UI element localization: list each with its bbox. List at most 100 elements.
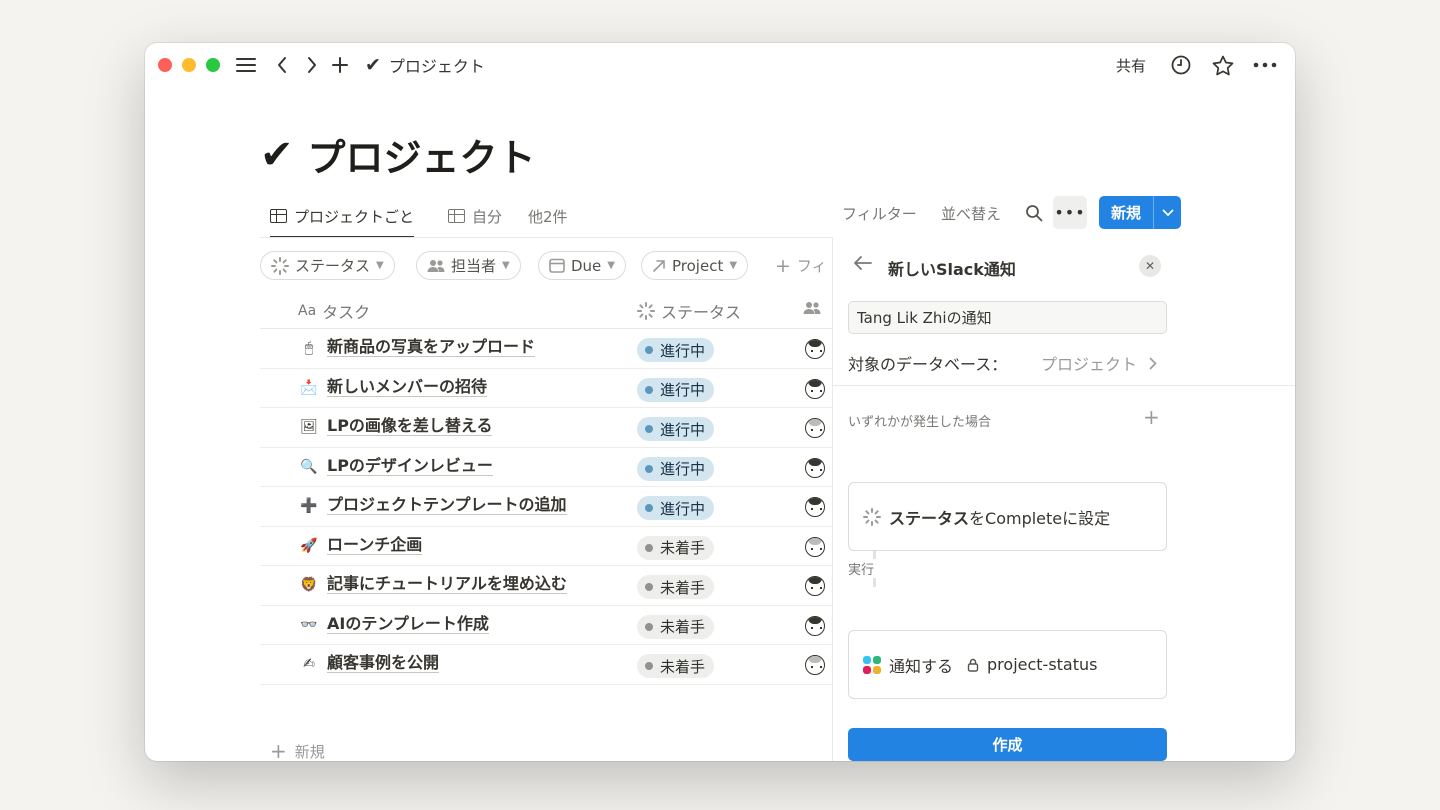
status-badge[interactable]: 未着手 [637, 614, 715, 639]
table-row[interactable]: 📩 新しいメンバーの招待 進行中 [260, 369, 832, 408]
table-icon [448, 209, 465, 223]
page-title-text: プロジェクト [307, 136, 536, 180]
table-row[interactable]: ✍ 顧客事例を公開 未着手 [260, 645, 832, 685]
status-label: 未着手 [660, 657, 706, 676]
people-icon [803, 302, 821, 314]
row-emoji-icon: 🔍 [300, 458, 318, 475]
avatar[interactable] [805, 536, 825, 557]
zoom-window-button[interactable] [206, 58, 220, 72]
table-row[interactable]: 🦁 記事にチュートリアルを埋め込む 未着手 [260, 566, 832, 606]
filter-button[interactable]: フィルター [842, 203, 917, 224]
relation-arrow-icon [653, 259, 665, 272]
status-badge[interactable]: 進行中 [637, 417, 715, 441]
table-row[interactable]: 🖱 新商品の写真をアップロード 進行中 [260, 329, 832, 369]
plus-icon: + [270, 739, 287, 761]
status-badge[interactable]: 進行中 [637, 456, 715, 481]
avatar[interactable] [805, 576, 825, 596]
create-button[interactable]: 作成 [848, 728, 1167, 761]
table-row[interactable]: 🔍 LPのデザインレビュー 進行中 [260, 448, 832, 487]
notification-name-input[interactable] [848, 301, 1167, 334]
avatar[interactable] [805, 457, 825, 478]
trigger-card[interactable]: ステータスをCompleteに設定 [848, 482, 1167, 551]
status-badge[interactable]: 進行中 [637, 377, 715, 402]
tab-by-project[interactable]: プロジェクトごと [270, 196, 415, 238]
table-row[interactable]: 🚀 ローンチ企画 未着手 [260, 527, 832, 566]
chevron-down-icon[interactable] [1153, 196, 1181, 229]
filter-chip-project[interactable]: Project ▼ [641, 251, 749, 280]
forward-arrow-icon[interactable] [303, 53, 321, 77]
column-header-assignee[interactable] [803, 301, 821, 315]
close-icon[interactable]: ✕ [1139, 255, 1161, 277]
trigger-property: ステータス [889, 508, 970, 528]
share-button[interactable]: 共有 [1116, 53, 1146, 77]
status-dot [645, 583, 653, 591]
filter-chip-due[interactable]: Due ▼ [538, 251, 626, 280]
star-icon[interactable] [1211, 53, 1235, 77]
table-row[interactable]: 🖼 LPの画像を差し替える 進行中 [260, 408, 832, 448]
slack-icon [863, 655, 881, 674]
status-badge[interactable]: 未着手 [637, 654, 715, 678]
column-header-task[interactable]: Aa タスク [298, 299, 370, 323]
status-icon [863, 507, 881, 526]
task-name[interactable]: ローンチ企画 [327, 535, 423, 555]
status-badge[interactable]: 進行中 [637, 496, 715, 520]
menu-icon[interactable] [235, 53, 257, 77]
trigger-section-label: いずれかが発生した場合 [848, 415, 992, 430]
column-header-status[interactable]: ステータス [637, 299, 741, 323]
sort-button[interactable]: 並べ替え [941, 203, 1001, 224]
search-icon[interactable] [1023, 201, 1045, 225]
new-button[interactable]: 新規 [1099, 196, 1181, 229]
action-card[interactable]: 通知する project-status [848, 630, 1167, 699]
clock-icon[interactable] [1170, 53, 1192, 77]
chevron-down-icon: ▼ [607, 260, 615, 271]
table-header: Aa タスク ステータス [260, 289, 832, 329]
task-name[interactable]: プロジェクトテンプレートの追加 [327, 496, 567, 515]
task-name[interactable]: 記事にチュートリアルを埋め込む [327, 575, 567, 594]
task-name[interactable]: 顧客事例を公開 [327, 654, 440, 673]
table-row[interactable]: ➕ プロジェクトテンプレートの追加 進行中 [260, 487, 832, 527]
task-name[interactable]: LPの画像を差し替える [327, 417, 493, 436]
add-trigger-plus-icon[interactable]: + [1143, 405, 1160, 429]
filter-chip-assignee[interactable]: 担当者 ▼ [416, 251, 521, 280]
add-row-label: 新規 [294, 742, 325, 761]
plus-icon: + [775, 254, 791, 277]
view-options-button[interactable]: ••• [1053, 196, 1087, 229]
database-selector[interactable]: プロジェクト [1041, 351, 1157, 375]
status-badge[interactable]: 未着手 [637, 575, 715, 599]
tab-more-views[interactable]: 他2件 [528, 196, 568, 236]
status-badge[interactable]: 未着手 [637, 535, 715, 560]
minimize-window-button[interactable] [182, 58, 196, 72]
task-name[interactable]: 新しいメンバーの招待 [327, 377, 488, 397]
create-label: 作成 [992, 736, 1023, 754]
trigger-condition: をCompleteに設定 [969, 508, 1111, 528]
status-icon [271, 256, 289, 275]
row-emoji-icon: 🖱 [304, 340, 314, 356]
plus-icon[interactable] [330, 53, 350, 77]
back-arrow-icon[interactable] [273, 53, 291, 77]
add-filter-button[interactable]: + フィ [764, 251, 838, 280]
tab-mine[interactable]: 自分 [448, 196, 502, 236]
breadcrumb[interactable]: ✔ プロジェクト [365, 54, 485, 76]
avatar[interactable] [805, 418, 825, 438]
task-name[interactable]: 新商品の写真をアップロード [327, 338, 536, 357]
filter-chip-status[interactable]: ステータス ▼ [260, 251, 395, 280]
task-name[interactable]: LPのデザインレビュー [327, 456, 493, 476]
chip-label: ステータス [295, 257, 371, 275]
close-window-button[interactable] [158, 58, 172, 72]
add-row-button[interactable]: + 新規 [270, 739, 325, 761]
avatar[interactable] [805, 339, 825, 359]
chip-label: 担当者 [451, 257, 497, 275]
avatar[interactable] [805, 655, 825, 675]
more-icon[interactable] [1252, 53, 1278, 77]
avatar[interactable] [805, 497, 825, 517]
status-badge[interactable]: 進行中 [637, 338, 715, 362]
task-table: Aa タスク ステータス 🖱 新商品の写真をアップロード 進行中 📩 新しいメンバーの招… [260, 289, 832, 761]
status-label: 未着手 [660, 578, 706, 597]
back-arrow-icon[interactable] [853, 255, 873, 276]
avatar[interactable] [805, 378, 825, 399]
slack-notification-panel: 新しいSlack通知 ✕ 対象のデータベース： プロジェクト いずれかが発生した… [832, 237, 1295, 761]
table-row[interactable]: 👓 AIのテンプレート作成 未着手 [260, 606, 832, 645]
channel-name: project-status [987, 655, 1098, 674]
avatar[interactable] [805, 615, 825, 636]
task-name[interactable]: AIのテンプレート作成 [327, 614, 489, 634]
